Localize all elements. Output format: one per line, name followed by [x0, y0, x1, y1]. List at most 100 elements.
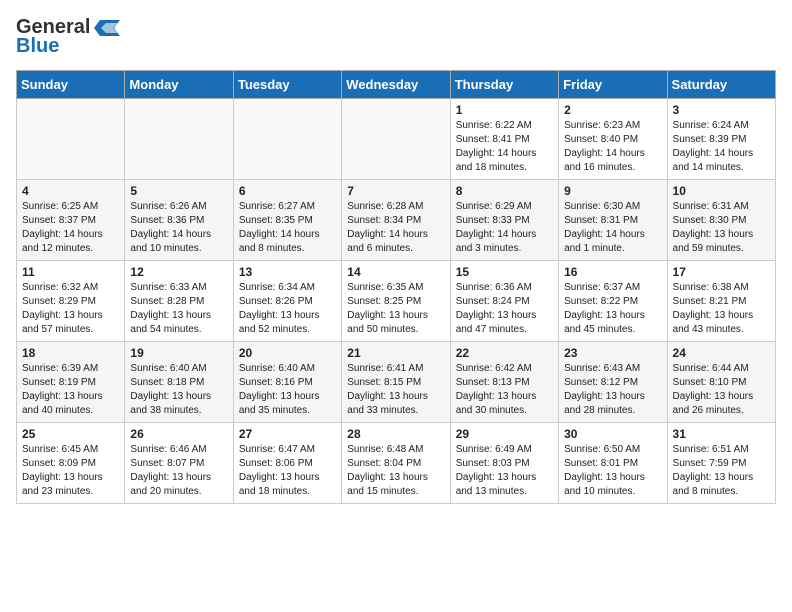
calendar-cell: 17 Sunrise: 6:38 AM Sunset: 8:21 PM Dayli…	[667, 261, 775, 342]
day-number: 21	[347, 346, 444, 360]
cell-info: Sunrise: 6:31 AM Sunset: 8:30 PM Dayligh…	[673, 201, 754, 254]
day-number: 8	[456, 184, 553, 198]
cell-info: Sunrise: 6:29 AM Sunset: 8:33 PM Dayligh…	[456, 201, 537, 254]
cell-info: Sunrise: 6:34 AM Sunset: 8:26 PM Dayligh…	[239, 282, 320, 335]
calendar-cell: 12Sunrise: 6:33 AM Sunset: 8:28 PM Dayli…	[125, 261, 233, 342]
day-number: 9	[564, 184, 661, 198]
day-number: 24	[673, 346, 770, 360]
calendar-cell: 4 Sunrise: 6:25 AM Sunset: 8:37 PM Daylig…	[17, 180, 125, 261]
day-number: 6	[239, 184, 336, 198]
calendar-cell: 13Sunrise: 6:34 AM Sunset: 8:26 PM Dayli…	[233, 261, 341, 342]
calendar-cell: 18 Sunrise: 6:39 AM Sunset: 8:19 PM Dayli…	[17, 342, 125, 423]
day-number: 22	[456, 346, 553, 360]
cell-info: Sunrise: 6:47 AM Sunset: 8:06 PM Dayligh…	[239, 444, 320, 497]
day-number: 31	[673, 427, 770, 441]
cell-info: Sunrise: 6:51 AM Sunset: 7:59 PM Dayligh…	[673, 444, 754, 497]
calendar-cell: 30 Sunrise: 6:50 AM Sunset: 8:01 PM Dayli…	[559, 423, 667, 504]
calendar-cell: 29 Sunrise: 6:49 AM Sunset: 8:03 PM Dayli…	[450, 423, 558, 504]
calendar-cell: 23 Sunrise: 6:43 AM Sunset: 8:12 PM Dayli…	[559, 342, 667, 423]
calendar-cell: 11 Sunrise: 6:32 AM Sunset: 8:29 PM Dayli…	[17, 261, 125, 342]
calendar-cell	[125, 99, 233, 180]
calendar-cell	[233, 99, 341, 180]
calendar-table: SundayMondayTuesdayWednesdayThursdayFrid…	[16, 70, 776, 504]
calendar-cell: 15Sunrise: 6:36 AM Sunset: 8:24 PM Dayli…	[450, 261, 558, 342]
day-number: 18	[22, 346, 119, 360]
cell-info: Sunrise: 6:48 AM Sunset: 8:04 PM Dayligh…	[347, 444, 428, 497]
cell-info: Sunrise: 6:37 AM Sunset: 8:22 PM Dayligh…	[564, 282, 645, 335]
col-header-thursday: Thursday	[450, 71, 558, 99]
cell-info: Sunrise: 6:50 AM Sunset: 8:01 PM Dayligh…	[564, 444, 645, 497]
day-number: 2	[564, 103, 661, 117]
logo: General Blue	[16, 16, 122, 58]
cell-info: Sunrise: 6:38 AM Sunset: 8:21 PM Dayligh…	[673, 282, 754, 335]
calendar-cell: 8 Sunrise: 6:29 AM Sunset: 8:33 PM Daylig…	[450, 180, 558, 261]
day-number: 28	[347, 427, 444, 441]
day-number: 11	[22, 265, 119, 279]
day-number: 17	[673, 265, 770, 279]
day-number: 27	[239, 427, 336, 441]
cell-info: Sunrise: 6:25 AM Sunset: 8:37 PM Dayligh…	[22, 201, 103, 254]
calendar-week-1: 1Sunrise: 6:22 AM Sunset: 8:41 PM Daylig…	[17, 99, 776, 180]
cell-info: Sunrise: 6:23 AM Sunset: 8:40 PM Dayligh…	[564, 120, 645, 173]
calendar-cell: 22Sunrise: 6:42 AM Sunset: 8:13 PM Dayli…	[450, 342, 558, 423]
day-number: 10	[673, 184, 770, 198]
cell-info: Sunrise: 6:35 AM Sunset: 8:25 PM Dayligh…	[347, 282, 428, 335]
day-number: 12	[130, 265, 227, 279]
day-number: 30	[564, 427, 661, 441]
day-number: 7	[347, 184, 444, 198]
calendar-cell: 26 Sunrise: 6:46 AM Sunset: 8:07 PM Dayli…	[125, 423, 233, 504]
calendar-cell: 20 Sunrise: 6:40 AM Sunset: 8:16 PM Dayli…	[233, 342, 341, 423]
calendar-cell: 16 Sunrise: 6:37 AM Sunset: 8:22 PM Dayli…	[559, 261, 667, 342]
cell-info: Sunrise: 6:28 AM Sunset: 8:34 PM Dayligh…	[347, 201, 428, 254]
day-number: 16	[564, 265, 661, 279]
cell-info: Sunrise: 6:46 AM Sunset: 8:07 PM Dayligh…	[130, 444, 211, 497]
col-header-saturday: Saturday	[667, 71, 775, 99]
calendar-cell: 21 Sunrise: 6:41 AM Sunset: 8:15 PM Dayli…	[342, 342, 450, 423]
day-number: 20	[239, 346, 336, 360]
day-number: 1	[456, 103, 553, 117]
cell-info: Sunrise: 6:40 AM Sunset: 8:16 PM Dayligh…	[239, 363, 320, 416]
day-number: 4	[22, 184, 119, 198]
day-number: 15	[456, 265, 553, 279]
cell-info: Sunrise: 6:30 AM Sunset: 8:31 PM Dayligh…	[564, 201, 645, 254]
cell-info: Sunrise: 6:43 AM Sunset: 8:12 PM Dayligh…	[564, 363, 645, 416]
cell-info: Sunrise: 6:32 AM Sunset: 8:29 PM Dayligh…	[22, 282, 103, 335]
cell-info: Sunrise: 6:26 AM Sunset: 8:36 PM Dayligh…	[130, 201, 211, 254]
calendar-cell: 9 Sunrise: 6:30 AM Sunset: 8:31 PM Daylig…	[559, 180, 667, 261]
col-header-wednesday: Wednesday	[342, 71, 450, 99]
day-number: 3	[673, 103, 770, 117]
cell-info: Sunrise: 6:39 AM Sunset: 8:19 PM Dayligh…	[22, 363, 103, 416]
calendar-cell: 27 Sunrise: 6:47 AM Sunset: 8:06 PM Dayli…	[233, 423, 341, 504]
header-row: SundayMondayTuesdayWednesdayThursdayFrid…	[17, 71, 776, 99]
calendar-week-4: 18 Sunrise: 6:39 AM Sunset: 8:19 PM Dayli…	[17, 342, 776, 423]
calendar-cell: 3Sunrise: 6:24 AM Sunset: 8:39 PM Daylig…	[667, 99, 775, 180]
calendar-cell: 7 Sunrise: 6:28 AM Sunset: 8:34 PM Daylig…	[342, 180, 450, 261]
cell-info: Sunrise: 6:49 AM Sunset: 8:03 PM Dayligh…	[456, 444, 537, 497]
calendar-cell	[17, 99, 125, 180]
calendar-cell: 2 Sunrise: 6:23 AM Sunset: 8:40 PM Daylig…	[559, 99, 667, 180]
calendar-cell: 24 Sunrise: 6:44 AM Sunset: 8:10 PM Dayli…	[667, 342, 775, 423]
cell-info: Sunrise: 6:41 AM Sunset: 8:15 PM Dayligh…	[347, 363, 428, 416]
logo-blue: Blue	[16, 35, 59, 58]
day-number: 29	[456, 427, 553, 441]
day-number: 26	[130, 427, 227, 441]
calendar-cell: 31 Sunrise: 6:51 AM Sunset: 7:59 PM Dayli…	[667, 423, 775, 504]
calendar-week-2: 4 Sunrise: 6:25 AM Sunset: 8:37 PM Daylig…	[17, 180, 776, 261]
cell-info: Sunrise: 6:44 AM Sunset: 8:10 PM Dayligh…	[673, 363, 754, 416]
calendar-cell: 19Sunrise: 6:40 AM Sunset: 8:18 PM Dayli…	[125, 342, 233, 423]
logo-icon	[92, 18, 122, 38]
day-number: 23	[564, 346, 661, 360]
calendar-cell: 1Sunrise: 6:22 AM Sunset: 8:41 PM Daylig…	[450, 99, 558, 180]
calendar-cell: 14 Sunrise: 6:35 AM Sunset: 8:25 PM Dayli…	[342, 261, 450, 342]
col-header-monday: Monday	[125, 71, 233, 99]
day-number: 14	[347, 265, 444, 279]
calendar-cell: 5 Sunrise: 6:26 AM Sunset: 8:36 PM Daylig…	[125, 180, 233, 261]
calendar-cell: 25 Sunrise: 6:45 AM Sunset: 8:09 PM Dayli…	[17, 423, 125, 504]
day-number: 25	[22, 427, 119, 441]
day-number: 5	[130, 184, 227, 198]
cell-info: Sunrise: 6:45 AM Sunset: 8:09 PM Dayligh…	[22, 444, 103, 497]
col-header-sunday: Sunday	[17, 71, 125, 99]
calendar-cell: 6Sunrise: 6:27 AM Sunset: 8:35 PM Daylig…	[233, 180, 341, 261]
calendar-cell: 10 Sunrise: 6:31 AM Sunset: 8:30 PM Dayli…	[667, 180, 775, 261]
calendar-week-5: 25 Sunrise: 6:45 AM Sunset: 8:09 PM Dayli…	[17, 423, 776, 504]
